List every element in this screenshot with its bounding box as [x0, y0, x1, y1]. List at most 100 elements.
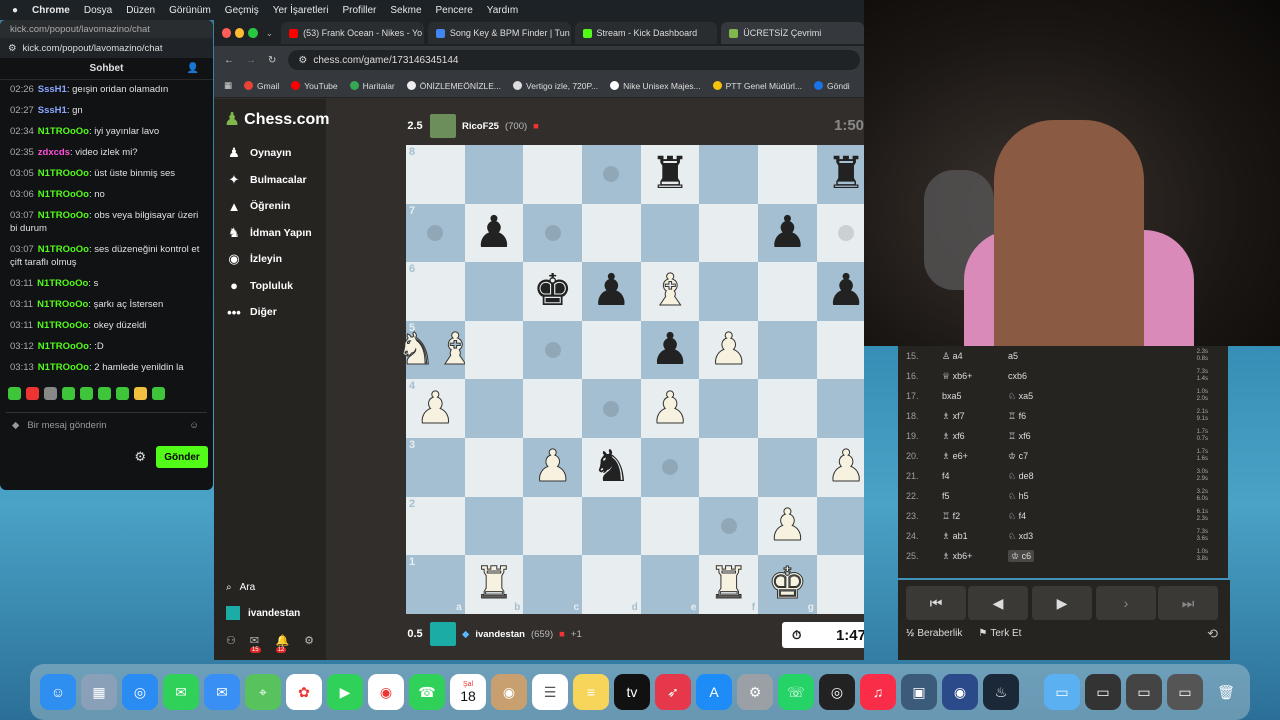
board-square[interactable] — [758, 145, 817, 204]
window-thumb-icon[interactable]: ▭ — [1126, 674, 1162, 710]
board-square[interactable] — [523, 379, 583, 438]
board-square[interactable]: ♚ — [523, 262, 583, 321]
last-move-button[interactable]: ⏭ — [1158, 586, 1218, 620]
profile-link[interactable]: ivandestan — [214, 600, 326, 626]
apple-icon[interactable]: ● — [12, 5, 18, 16]
back-icon[interactable]: ← — [224, 55, 234, 66]
prev-move-button[interactable]: ◀ — [968, 586, 1028, 620]
board-square[interactable] — [816, 320, 864, 380]
black-move[interactable]: ♖ xf6 — [1008, 431, 1031, 441]
settings-icon[interactable]: ⚙ — [737, 674, 773, 710]
chess-board[interactable]: 8♜♜7♟♟6♚♟♝♟5♞♝♟♟4♟♟3♟♞♟2♟1ab♜cdef♜g♚h — [395, 145, 864, 614]
board-square[interactable] — [699, 437, 759, 497]
first-move-button[interactable]: ⏮ — [906, 586, 966, 620]
bookmark-youtube[interactable]: YouTube — [291, 81, 338, 91]
move-hint[interactable] — [544, 342, 561, 359]
sidebar-item-6[interactable]: ••• Diğer — [214, 299, 326, 326]
move-hint[interactable] — [662, 459, 679, 476]
rocket-icon[interactable]: ➶ — [655, 674, 691, 710]
white-move[interactable]: ♗ xf6 — [942, 431, 1008, 442]
message-user[interactable]: SssH1 — [38, 84, 67, 95]
tab-youtube[interactable]: (53) Frank Ocean - Nikes - Yo — [281, 22, 424, 44]
message-user[interactable]: N1TROoOo — [38, 244, 89, 255]
site-info-icon[interactable]: ⚙ — [298, 55, 307, 66]
bookmark-gond[interactable]: Göndi — [814, 81, 850, 91]
black-rook-icon[interactable]: ♜ — [650, 152, 689, 196]
emote-icon[interactable] — [152, 387, 165, 400]
chat-url[interactable]: kick.com/popout/lavomazino/chat — [23, 43, 163, 54]
tab-songkey[interactable]: Song Key & BPM Finder | Tun — [427, 22, 571, 44]
black-move[interactable]: ♘ f4 — [1008, 511, 1026, 521]
white-pawn-icon[interactable]: ♟ — [826, 444, 864, 489]
bookmark-maps[interactable]: Haritalar — [349, 81, 395, 91]
board-square[interactable] — [699, 145, 759, 204]
search-button[interactable]: ⌕ Ara — [214, 574, 326, 600]
white-move[interactable]: f5 — [942, 491, 1008, 501]
chat-address-bar[interactable]: ⚙ kick.com/popout/lavomazino/chat — [0, 38, 213, 58]
message-user[interactable]: N1TROoOo — [37, 299, 88, 310]
tab-search-icon[interactable]: ⌄ — [266, 28, 274, 39]
white-move[interactable]: f4 — [942, 471, 1008, 481]
address-bar[interactable]: ⚙ chess.com/game/173146345144 — [288, 50, 860, 70]
board-square[interactable] — [699, 203, 759, 263]
bottom-player-avatar[interactable] — [430, 622, 456, 646]
emote-icon[interactable] — [116, 387, 129, 400]
board-square[interactable] — [464, 320, 524, 380]
black-pawn-icon[interactable]: ♟ — [474, 210, 513, 255]
sidebar-item-4[interactable]: ◉ İzleyin — [214, 246, 326, 273]
emote-icon[interactable] — [98, 387, 111, 400]
board-square[interactable] — [523, 320, 583, 380]
board-square[interactable]: ♟ — [758, 203, 817, 263]
board-square[interactable]: 8 — [406, 145, 465, 204]
black-pawn-icon[interactable]: ♟ — [768, 210, 807, 255]
board-square[interactable] — [640, 437, 700, 497]
mail-icon[interactable]: ✉15 — [249, 634, 262, 659]
appletv-icon[interactable]: tv — [614, 674, 650, 710]
next-variation-button[interactable]: › — [1096, 586, 1156, 620]
white-move[interactable]: ♙ a4 — [942, 351, 1008, 362]
move-hint[interactable] — [603, 166, 620, 183]
board-square[interactable] — [816, 203, 864, 263]
move-hint[interactable] — [603, 400, 620, 417]
mail-app-icon[interactable]: ✉ — [204, 674, 240, 710]
move-hint[interactable] — [838, 224, 855, 241]
board-square[interactable] — [582, 379, 641, 438]
message-user[interactable]: SssH1 — [38, 105, 67, 116]
gear-icon[interactable]: ⚙ — [304, 634, 314, 659]
black-pawn-icon[interactable]: ♟ — [826, 269, 864, 313]
black-move[interactable]: cxb6 — [1008, 371, 1027, 381]
next-move-button[interactable]: ▶ — [1032, 586, 1092, 620]
minimize-window-icon[interactable] — [235, 28, 245, 38]
black-move[interactable]: ♘ h5 — [1008, 491, 1029, 501]
board-square[interactable] — [640, 203, 700, 263]
black-king-icon[interactable]: ♚ — [533, 269, 572, 313]
board-square[interactable] — [640, 496, 700, 556]
bell-icon[interactable]: 🔔12 — [275, 634, 290, 659]
board-square[interactable]: ♟ — [640, 379, 700, 438]
black-move[interactable]: ♘ xa5 — [1008, 391, 1033, 401]
board-square[interactable]: ♟ — [464, 203, 524, 263]
black-knight-icon[interactable]: ♞ — [592, 445, 631, 489]
apps-icon[interactable]: ▦ — [224, 80, 232, 91]
bottom-player-name[interactable]: ivandestan — [475, 629, 525, 640]
maximize-window-icon[interactable] — [248, 28, 258, 38]
steam-helper-icon[interactable]: ◉ — [942, 674, 978, 710]
sidebar-item-3[interactable]: ♞ İdman Yapın — [214, 220, 326, 247]
board-square[interactable]: 3 — [406, 437, 465, 497]
board-square[interactable]: d — [582, 555, 641, 614]
menu-edit[interactable]: Düzen — [126, 5, 155, 16]
message-user[interactable]: N1TROoOo — [38, 362, 89, 373]
window-thumb-icon[interactable]: ▭ — [1167, 674, 1203, 710]
sidebar-item-5[interactable]: ● Topluluk — [214, 273, 326, 300]
board-square[interactable]: ♜ — [640, 145, 700, 204]
white-knight-icon[interactable]: ♞ — [395, 327, 435, 372]
board-square[interactable] — [582, 496, 641, 556]
chrome-app-icon[interactable]: ◉ — [368, 674, 404, 710]
menu-tab[interactable]: Sekme — [390, 5, 421, 16]
board-square[interactable]: ♟ — [816, 437, 864, 497]
message-user[interactable]: zdxcds — [38, 147, 70, 158]
emote-icon[interactable] — [80, 387, 93, 400]
menu-app-name[interactable]: Chrome — [32, 5, 70, 16]
white-pawn-icon[interactable]: ♟ — [650, 386, 690, 431]
white-move[interactable]: bxa5 — [942, 391, 1008, 401]
